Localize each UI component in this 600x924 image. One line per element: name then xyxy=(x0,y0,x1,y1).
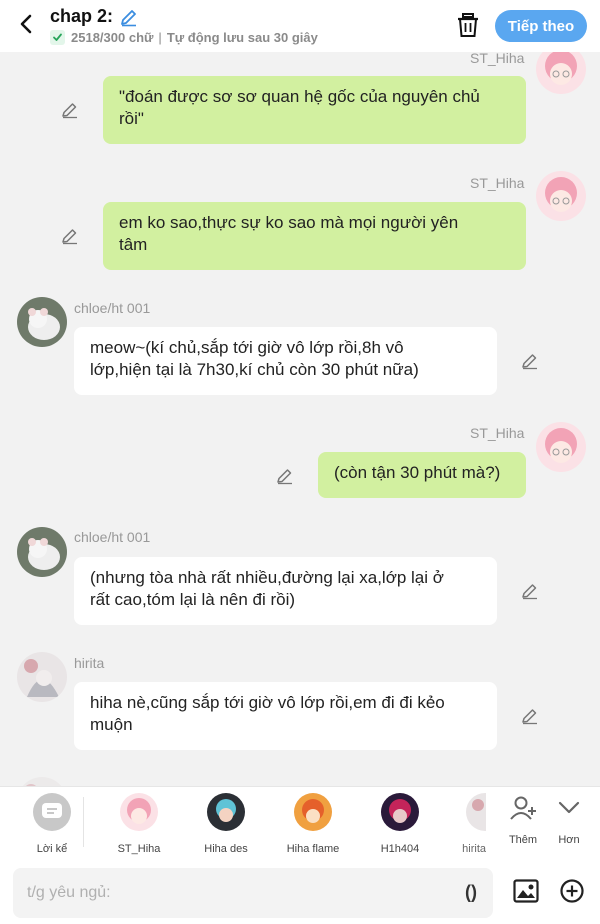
message-line: muộn xyxy=(90,715,133,734)
sender-name: chloe/ht 001 xyxy=(74,529,151,545)
add-icon[interactable] xyxy=(560,879,584,903)
message-line: tâm xyxy=(119,235,148,254)
narrator-icon xyxy=(33,793,71,831)
message-bubble[interactable]: hiha nè,cũng sắp tới giờ vô lớp rồi,em đ… xyxy=(74,682,497,750)
message-line: rất cao,tóm lại là nên đi rồi) xyxy=(90,590,296,609)
input-bar: t/g yêu ngủ: () xyxy=(0,860,600,924)
avatar-st-hiha[interactable] xyxy=(536,52,586,94)
character-item[interactable]: Hiha flame xyxy=(270,793,356,855)
more-label: Hơn xyxy=(558,834,580,846)
edit-message-icon[interactable] xyxy=(521,707,539,725)
avatar-st-hiha[interactable] xyxy=(536,171,586,221)
character-item[interactable]: hirita xyxy=(444,793,486,855)
message-bubble[interactable]: (nhưng tòa nhà rất nhiều,đường lại xa,lớ… xyxy=(74,557,497,625)
avatar-hiha-flame xyxy=(294,793,332,831)
message-bubble[interactable]: em ko sao,thực sự ko sao mà mọi người yê… xyxy=(103,202,526,270)
character-item[interactable]: ST_Hiha xyxy=(96,793,182,855)
parenthesis-button[interactable]: () xyxy=(465,882,477,903)
character-name: Hiha flame xyxy=(286,843,340,855)
message-line: hiha nè,cũng sắp tới giờ vô lớp rồi,em đ… xyxy=(90,693,445,712)
sender-name: hirita xyxy=(74,655,105,671)
autosave-status: Tự động lưu sau 30 giây xyxy=(166,30,318,45)
avatar-st-hiha[interactable] xyxy=(536,422,586,472)
edit-message-icon[interactable] xyxy=(276,467,294,485)
message-bubble[interactable]: "đoán được sơ sơ quan hệ gốc của nguyên … xyxy=(103,76,526,144)
message-input[interactable]: t/g yêu ngủ: () xyxy=(13,868,493,918)
edit-message-icon[interactable] xyxy=(521,352,539,370)
avatar-hirita[interactable] xyxy=(17,652,67,702)
character-name: ST_Hiha xyxy=(117,843,161,855)
trash-icon[interactable] xyxy=(456,12,480,38)
character-name: Hiha des xyxy=(204,843,248,855)
input-placeholder: t/g yêu ngủ: xyxy=(27,884,111,901)
character-name: hirita xyxy=(462,843,486,855)
character-item[interactable]: H1h404 xyxy=(357,793,443,855)
sender-name: chloe/ht 001 xyxy=(74,300,151,316)
more-button[interactable]: Hơn xyxy=(549,795,589,846)
avatar-st-hiha xyxy=(120,793,158,831)
add-user-icon xyxy=(510,796,536,820)
sender-name: ST_Hiha xyxy=(470,175,525,191)
avatar-chloe[interactable] xyxy=(17,297,67,347)
message-bubble[interactable]: meow~(kí chủ,sắp tới giờ vô lớp rồi,8h v… xyxy=(74,327,497,395)
header-bar: chap 2: 2518/300 chữ | Tự động lưu sau 3… xyxy=(0,0,600,52)
message-line: meow~(kí chủ,sắp tới giờ vô lớp rồi,8h v… xyxy=(90,338,404,357)
chat-area[interactable]: ST_Hiha "đoán được sơ sơ quan hệ gốc của… xyxy=(0,52,600,787)
back-arrow-icon[interactable] xyxy=(14,12,38,36)
message-line: em ko sao,thực sự ko sao mà mọi người yê… xyxy=(119,213,459,232)
add-label: Thêm xyxy=(508,834,538,846)
avatar-chloe[interactable] xyxy=(17,527,67,577)
message-line: lớp,hiện tại là 7h30,kí chủ còn 30 phút … xyxy=(90,360,419,379)
divider xyxy=(83,797,84,847)
message-line: rồi" xyxy=(119,109,144,128)
separator: | xyxy=(158,30,162,45)
avatar-h1h404 xyxy=(381,793,419,831)
chapter-title[interactable]: chap 2: xyxy=(50,6,113,27)
next-button[interactable]: Tiếp theo xyxy=(495,10,587,42)
add-character-button[interactable]: Thêm xyxy=(503,795,543,846)
character-item[interactable]: Hiha des xyxy=(183,793,269,855)
edit-title-icon[interactable] xyxy=(119,7,139,27)
sender-name: ST_Hiha xyxy=(470,52,525,66)
message-line: "đoán được sơ sơ quan hệ gốc của nguyên … xyxy=(119,87,480,106)
message-line: (nhưng tòa nhà rất nhiều,đường lại xa,lớ… xyxy=(90,568,444,587)
image-icon[interactable] xyxy=(513,879,539,903)
sender-name: ST_Hiha xyxy=(470,425,525,441)
word-count: 2518/300 chữ xyxy=(71,30,154,45)
character-bar: Lời kể ST_Hiha Hiha des Hiha flame H1h40… xyxy=(0,786,600,860)
avatar-hiha-des xyxy=(207,793,245,831)
edit-message-icon[interactable] xyxy=(61,101,79,119)
chevron-down-icon xyxy=(558,801,580,814)
message-line: (còn tận 30 phút mà?) xyxy=(334,463,501,482)
message-bubble[interactable]: (còn tận 30 phút mà?) xyxy=(318,452,526,498)
check-icon xyxy=(50,30,65,45)
character-name: H1h404 xyxy=(380,843,420,855)
avatar-hirita xyxy=(466,793,486,831)
edit-message-icon[interactable] xyxy=(521,582,539,600)
edit-message-icon[interactable] xyxy=(61,227,79,245)
